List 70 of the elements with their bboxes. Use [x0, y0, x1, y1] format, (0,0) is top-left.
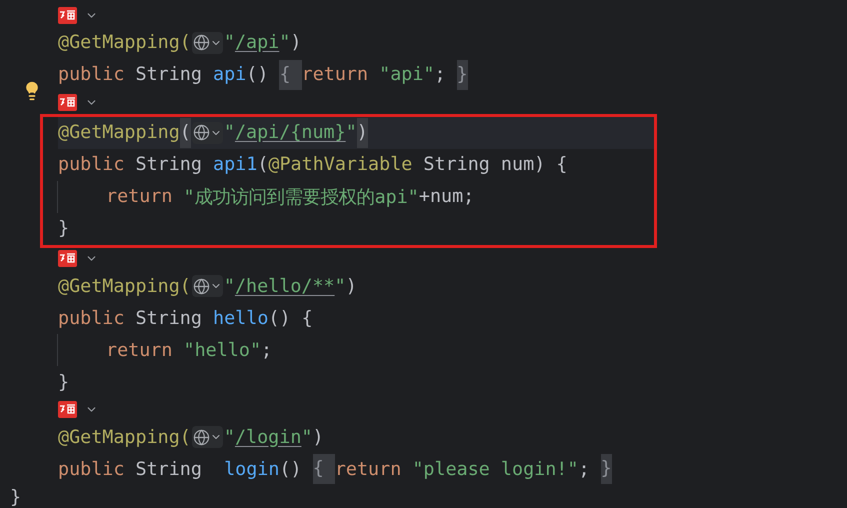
- code-token: }: [58, 372, 70, 393]
- code-token: (): [279, 458, 303, 480]
- plugin-logo-icon: [58, 94, 77, 111]
- code-token: }: [10, 486, 22, 508]
- code-token: /api/{num}: [234, 122, 346, 144]
- code-token: String num) {: [423, 154, 568, 176]
- code-token: "please login!": [412, 458, 578, 480]
- code-token: (: [180, 118, 191, 148]
- code-token: ): [356, 118, 368, 148]
- globe-icon: [192, 34, 210, 52]
- globe-icon: [192, 124, 210, 142]
- globe-icon: [192, 428, 210, 446]
- plugin-logo-icon: [58, 6, 77, 24]
- folded-brace[interactable]: {: [279, 60, 302, 90]
- code-token: }: [58, 218, 70, 240]
- code-token: public: [58, 154, 126, 176]
- code-token: ": [301, 426, 312, 448]
- code-token: api: [213, 64, 246, 86]
- code-token: ": [224, 426, 235, 448]
- code-token: hello: [213, 308, 268, 329]
- plugin-logo-icon: [58, 250, 77, 268]
- code-token: @GetMapping(: [58, 426, 191, 448]
- code-token: ": [224, 276, 235, 297]
- code-token: ": [224, 32, 235, 54]
- code-token: "api": [379, 64, 435, 86]
- code-token: ;: [434, 64, 447, 86]
- code-token: ): [312, 426, 324, 448]
- code-token: (: [257, 154, 268, 176]
- code-token: public: [58, 458, 126, 480]
- code-token: () {: [268, 308, 313, 329]
- code-token: public: [58, 64, 126, 86]
- code-token: return: [302, 64, 370, 86]
- globe-icon: [192, 278, 210, 295]
- code-token: /hello/**: [234, 276, 335, 297]
- code-token: /api: [234, 32, 280, 54]
- code-token: ": [346, 122, 357, 144]
- url-inlay-button[interactable]: [192, 122, 223, 144]
- code-token: "成功访问到需要授权的api": [184, 186, 419, 210]
- code-token: login: [224, 458, 280, 480]
- code-token: api1: [213, 154, 258, 176]
- code-token: String: [136, 64, 203, 86]
- code-token: String: [136, 458, 203, 480]
- code-token: String: [136, 154, 203, 176]
- code-token: ;: [578, 458, 591, 480]
- code-token: @GetMapping: [58, 122, 180, 144]
- code-token: ;: [261, 340, 272, 361]
- code-token: return: [106, 340, 174, 361]
- code-token: ": [279, 32, 290, 54]
- code-token: "hello": [184, 340, 262, 361]
- code-token: return: [334, 458, 402, 480]
- folded-brace[interactable]: }: [456, 60, 468, 90]
- code-token: ": [334, 276, 346, 297]
- url-inlay-button[interactable]: [192, 32, 223, 54]
- code-token: @GetMapping(: [58, 32, 191, 54]
- folded-brace[interactable]: }: [600, 454, 612, 484]
- code-token: +num;: [418, 186, 474, 208]
- code-token: ): [346, 276, 357, 297]
- code-token: ": [224, 122, 235, 144]
- plugin-logo-icon: [58, 401, 77, 418]
- code-token: (): [246, 64, 270, 86]
- url-inlay-button[interactable]: [192, 426, 223, 448]
- code-token: String: [136, 308, 203, 329]
- url-inlay-button[interactable]: [192, 275, 223, 298]
- code-token: @PathVariable: [268, 154, 414, 176]
- code-token: /login: [234, 426, 302, 448]
- code-token: return: [106, 186, 174, 208]
- folded-brace[interactable]: {: [312, 454, 335, 484]
- code-token: public: [58, 308, 126, 329]
- code-token: @GetMapping(: [58, 276, 191, 297]
- code-token: ): [290, 32, 302, 54]
